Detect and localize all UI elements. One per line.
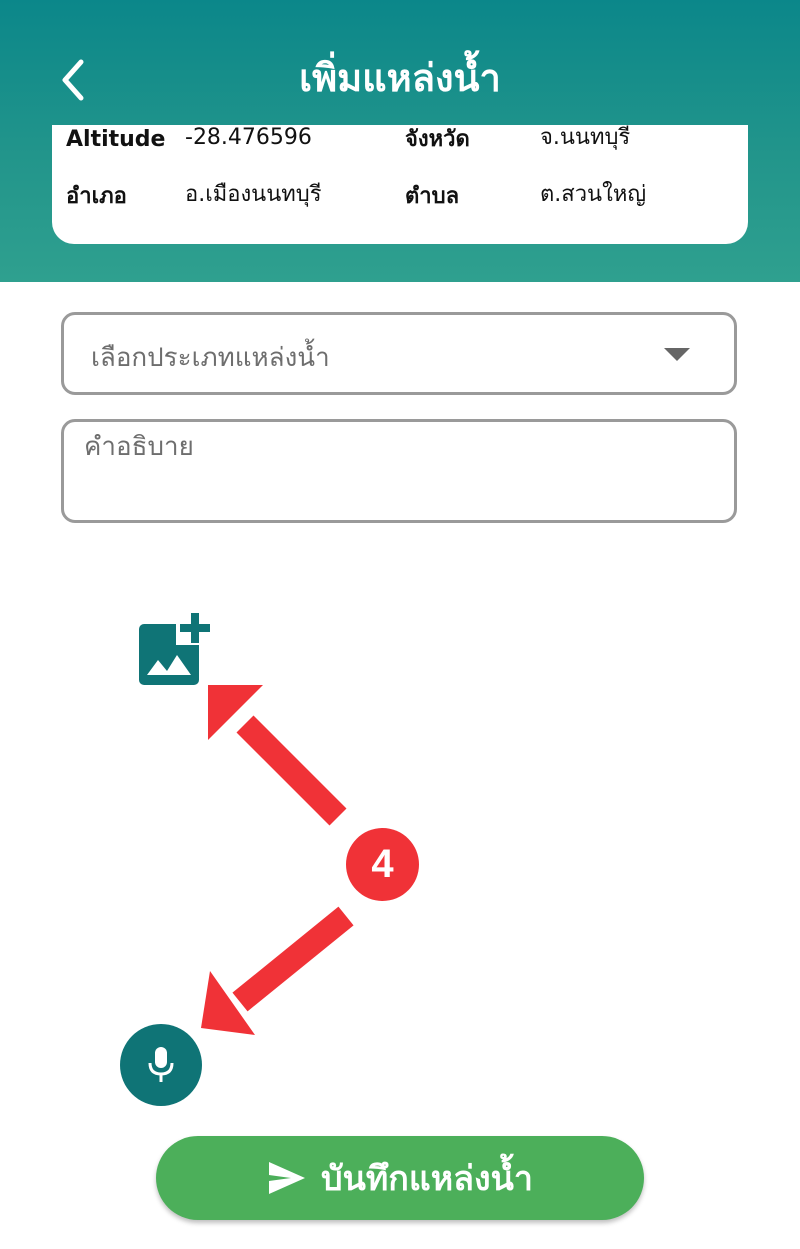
arrowhead-to-mic — [201, 971, 255, 1035]
arrow-to-add-photo — [236, 715, 347, 826]
subdistrict-value: ต.สวนใหญ่ — [540, 182, 647, 207]
description-field[interactable] — [61, 419, 737, 523]
page-title: เพิ่มแหล่งน้ำ — [299, 56, 501, 100]
altitude-value: -28.476596 — [185, 125, 312, 150]
water-type-select-text: เลือกประเภทแหล่งน้ำ — [91, 343, 330, 373]
caret-down-icon — [664, 348, 690, 361]
province-label: จังหวัด — [405, 127, 470, 152]
step-number-badge: 4 — [346, 828, 419, 901]
location-info-card: Altitude -28.476596 จังหวัด จ.นนทบุรี อำ… — [52, 125, 748, 244]
district-value: อ.เมืองนนทบุรี — [185, 182, 322, 207]
arrowhead-to-add-photo — [208, 685, 263, 740]
microphone-icon — [148, 1047, 174, 1082]
save-button-label: บันทึกแหล่งน้ำ — [321, 1159, 533, 1199]
app-header: เพิ่มแหล่งน้ำ Altitude -28.476596 จังหวั… — [0, 0, 800, 282]
send-icon — [269, 1162, 306, 1194]
add-photo-icon — [139, 611, 210, 685]
water-type-select[interactable]: เลือกประเภทแหล่งน้ำ — [61, 312, 737, 395]
altitude-label: Altitude — [66, 127, 166, 152]
description-input[interactable] — [84, 432, 704, 462]
arrow-to-mic — [232, 906, 354, 1012]
save-water-source-button[interactable]: บันทึกแหล่งน้ำ — [156, 1136, 644, 1220]
subdistrict-label: ตำบล — [405, 184, 460, 209]
district-label: อำเภอ — [66, 184, 127, 209]
province-value: จ.นนทบุรี — [540, 125, 631, 150]
add-photo-button[interactable] — [136, 611, 214, 689]
microphone-button[interactable] — [120, 1024, 202, 1106]
